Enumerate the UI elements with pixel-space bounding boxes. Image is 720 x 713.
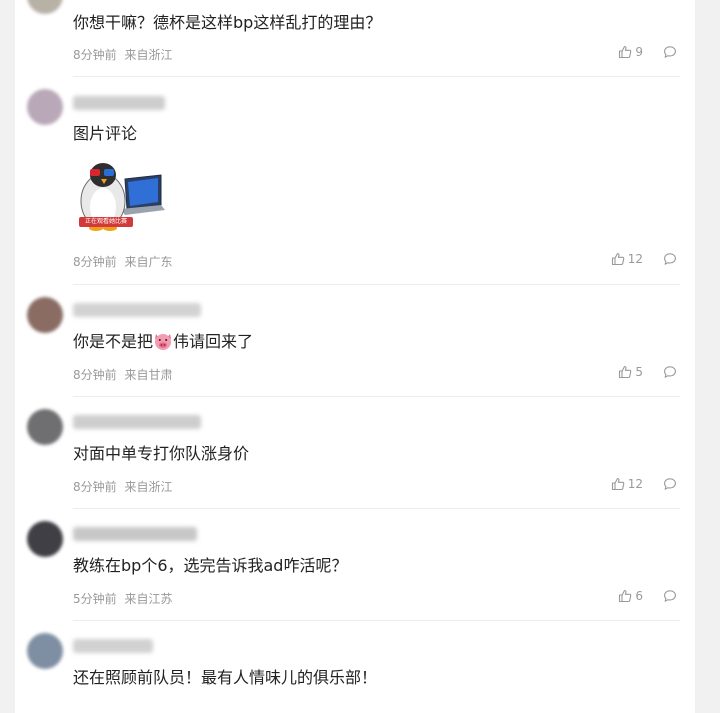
thumbs-up-icon bbox=[611, 477, 625, 491]
thumbs-up-icon bbox=[618, 589, 632, 603]
like-count: 9 bbox=[635, 45, 643, 59]
comment-text-part: 伟请回来了 bbox=[173, 332, 254, 351]
like-button[interactable]: 9 bbox=[618, 45, 643, 59]
username-blurred[interactable] bbox=[73, 415, 201, 429]
comment-item: 教练在bp个6，选完告诉我ad咋活呢？ 5分钟前 来自江苏 6 bbox=[15, 509, 695, 621]
reply-bubble-icon[interactable] bbox=[663, 589, 677, 603]
pig-face-icon bbox=[153, 331, 173, 351]
laptop-icon bbox=[121, 174, 165, 215]
comment-time: 5分钟前 bbox=[73, 592, 117, 606]
like-button[interactable]: 5 bbox=[618, 365, 643, 379]
reply-bubble-icon[interactable] bbox=[663, 477, 677, 491]
comment-meta: 8分钟前 来自浙江 bbox=[73, 46, 176, 63]
avatar[interactable] bbox=[27, 633, 63, 669]
sticker-caption: 正在观看她比赛 bbox=[84, 218, 127, 225]
avatar[interactable] bbox=[27, 409, 63, 445]
comment-actions: 12 bbox=[611, 477, 677, 491]
reply-bubble-icon[interactable] bbox=[663, 365, 677, 379]
comment-item: 对面中单专打你队涨身价 8分钟前 来自浙江 12 bbox=[15, 397, 695, 509]
comment-actions: 9 bbox=[618, 45, 677, 59]
comment-location: 来自浙江 bbox=[124, 480, 173, 494]
comment-actions: 6 bbox=[618, 589, 677, 603]
like-count: 5 bbox=[635, 365, 643, 379]
username-blurred[interactable] bbox=[73, 96, 165, 110]
thumbs-up-icon bbox=[611, 252, 625, 266]
comment-text-part: 你是不是把 bbox=[73, 332, 154, 351]
comment-meta: 8分钟前 来自浙江 bbox=[73, 478, 176, 495]
avatar[interactable] bbox=[27, 0, 63, 14]
like-button[interactable]: 6 bbox=[618, 589, 643, 603]
comment-item: 还在照顾前队员！最有人情味儿的俱乐部！ bbox=[15, 621, 695, 713]
comment-time: 8分钟前 bbox=[73, 368, 117, 382]
comment-text: 你是不是把 伟请回来了 bbox=[73, 331, 253, 353]
like-count: 12 bbox=[627, 252, 643, 266]
like-button[interactable]: 12 bbox=[611, 477, 643, 491]
username-blurred[interactable] bbox=[73, 303, 201, 317]
comment-location: 来自浙江 bbox=[124, 48, 173, 62]
comment-time: 8分钟前 bbox=[73, 255, 117, 269]
comment-list: 你想干嘛？德杯是这样bp这样乱打的理由？ 8分钟前 来自浙江 9 图片评论 正在… bbox=[15, 0, 695, 713]
avatar[interactable] bbox=[27, 89, 63, 125]
comment-item: 你想干嘛？德杯是这样bp这样乱打的理由？ 8分钟前 来自浙江 9 bbox=[15, 0, 695, 77]
like-button[interactable]: 12 bbox=[611, 252, 643, 266]
like-count: 6 bbox=[635, 589, 643, 603]
comment-time: 8分钟前 bbox=[73, 480, 117, 494]
avatar[interactable] bbox=[27, 297, 63, 333]
comment-text: 图片评论 bbox=[73, 124, 138, 143]
comment-actions: 12 bbox=[611, 252, 677, 266]
comment-location: 来自江苏 bbox=[124, 592, 173, 606]
comment-text: 还在照顾前队员！最有人情味儿的俱乐部！ bbox=[73, 668, 378, 687]
comment-time: 8分钟前 bbox=[73, 48, 117, 62]
reply-bubble-icon[interactable] bbox=[663, 45, 677, 59]
thumbs-up-icon bbox=[618, 365, 632, 379]
comment-text: 你想干嘛？德杯是这样bp这样乱打的理由？ bbox=[73, 13, 382, 32]
avatar[interactable] bbox=[27, 521, 63, 557]
username-blurred[interactable] bbox=[73, 639, 153, 653]
comment-meta: 8分钟前 来自甘肃 bbox=[73, 366, 176, 383]
comment-location: 来自广东 bbox=[124, 255, 173, 269]
comment-text: 对面中单专打你队涨身价 bbox=[73, 444, 250, 463]
like-count: 12 bbox=[627, 477, 643, 491]
comment-item: 图片评论 正在观看她比赛 8分钟前 来自广东 12 bbox=[15, 77, 695, 285]
comment-text: 教练在bp个6，选完告诉我ad咋活呢？ bbox=[73, 556, 348, 575]
comment-meta: 8分钟前 来自广东 bbox=[73, 253, 176, 270]
reply-bubble-icon[interactable] bbox=[663, 252, 677, 266]
comment-actions: 5 bbox=[618, 365, 677, 379]
comment-location: 来自甘肃 bbox=[124, 368, 173, 382]
comment-meta: 5分钟前 来自江苏 bbox=[73, 590, 176, 607]
comment-item: 你是不是把 伟请回来了 8分钟前 来自甘肃 5 bbox=[15, 285, 695, 397]
penguin-sticker-image[interactable]: 正在观看她比赛 bbox=[73, 157, 169, 231]
thumbs-up-icon bbox=[618, 45, 632, 59]
username-blurred[interactable] bbox=[73, 527, 197, 541]
